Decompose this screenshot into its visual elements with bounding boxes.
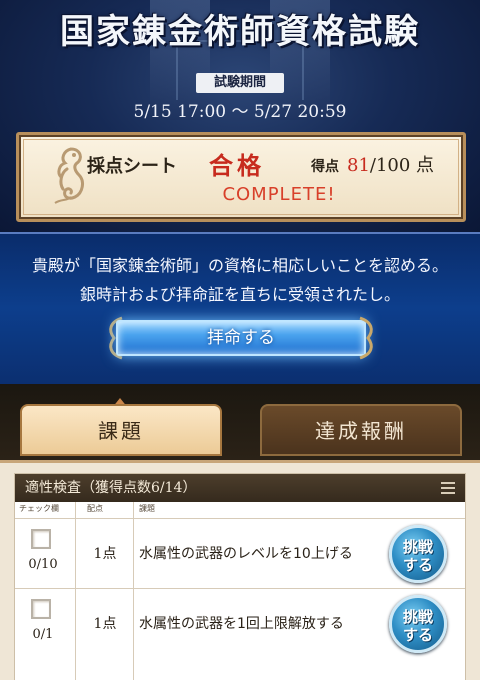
points-label: 得点: [311, 159, 339, 175]
message-band: 貴殿が「国家錬金術師」の資格に相応しいことを認める。 銀時計および拝命証を直ちに…: [0, 232, 480, 384]
tab-bar: 課題 達成報酬: [0, 384, 480, 460]
task-panel-title-text: 適性検査（獲得点数6/14）: [25, 480, 197, 496]
tab-rewards[interactable]: 達成報酬: [260, 404, 462, 456]
task-points: 1点: [93, 546, 117, 562]
score-card: 採点シート 合格 得点 81/100 点 COMPLETE!: [16, 132, 466, 222]
challenge-button[interactable]: 挑戦 する: [389, 525, 447, 583]
task-progress: 0/1: [32, 627, 54, 642]
task-points: 1点: [93, 616, 117, 632]
message-line-1: 貴殿が「国家錬金術師」の資格に相応しいことを認める。: [31, 256, 448, 275]
column-header-task: 課題: [139, 504, 155, 513]
score-sheet-label: 採点シート: [87, 156, 177, 177]
task-row: 0/1 1点 水属性の武器を1回上限解放する 挑戦 する: [15, 588, 465, 658]
challenge-button[interactable]: 挑戦 する: [389, 595, 447, 653]
checkbox-icon[interactable]: [31, 599, 51, 619]
score-value: 81: [347, 155, 370, 176]
challenge-button-line-1: 挑戦: [402, 608, 433, 626]
checkbox-icon[interactable]: [31, 529, 51, 549]
column-header-check: チェック欄: [19, 504, 59, 513]
accept-button-wrap: 拝命する: [104, 316, 378, 362]
task-panel-title: 適性検査（獲得点数6/14）: [15, 474, 465, 502]
column-header-points: 配点: [87, 504, 103, 513]
tab-tasks[interactable]: 課題: [20, 404, 222, 456]
complete-status: COMPLETE!: [222, 184, 336, 205]
period-label: 試験期間: [196, 73, 284, 93]
challenge-button-line-2: する: [402, 556, 433, 574]
pass-result: 合格: [209, 151, 265, 180]
exam-header: 国家錬金術師資格試験 試験期間 5/15 17:00 〜 5/27 20:59 …: [0, 0, 480, 232]
accept-button[interactable]: 拝命する: [116, 320, 366, 356]
task-list: 適性検査（獲得点数6/14） チェック欄 配点 課題 0/10 1点 水属性の武…: [14, 473, 466, 680]
challenge-button-line-1: 挑戦: [402, 538, 433, 556]
task-row: 0/10 1点 水属性の武器のレベルを10上げる 挑戦 する: [15, 518, 465, 588]
button-ornament-icon: [359, 316, 373, 360]
score-display: 81/100 点: [347, 151, 434, 177]
task-progress: 0/10: [28, 557, 58, 572]
score-max: /100 点: [369, 155, 435, 176]
page-title: 国家錬金術師資格試験: [60, 12, 420, 52]
challenge-button-line-2: する: [402, 626, 433, 644]
task-description: 水属性の武器を1回上限解放する: [139, 616, 344, 632]
task-panel: 適性検査（獲得点数6/14） チェック欄 配点 課題 0/10 1点 水属性の武…: [0, 460, 480, 680]
message-line-2: 銀時計および拝命証を直ちに受領されたし。: [79, 285, 400, 304]
menu-lines-icon[interactable]: [441, 481, 455, 495]
task-description: 水属性の武器のレベルを10上げる: [139, 546, 353, 562]
period-dates: 5/15 17:00 〜 5/27 20:59: [133, 102, 347, 122]
